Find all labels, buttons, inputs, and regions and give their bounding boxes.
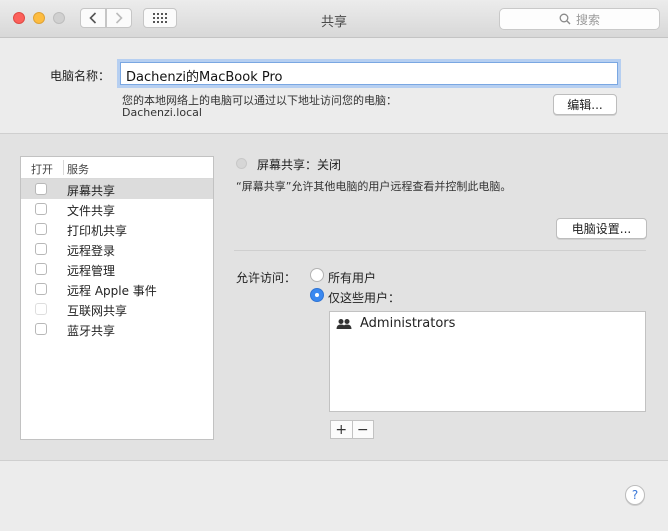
service-item-printer-sharing[interactable]: 打印机共享 (21, 219, 213, 239)
service-label: 远程管理 (67, 264, 116, 278)
service-label: 蓝牙共享 (67, 324, 116, 338)
user-add-remove-control: + − (330, 420, 374, 439)
service-label: 屏幕共享 (67, 184, 116, 198)
service-checkbox[interactable] (35, 323, 47, 335)
service-checkbox[interactable] (35, 243, 47, 255)
header-service: 服务 (67, 163, 89, 176)
radio-only-these-users[interactable] (310, 288, 324, 302)
service-list-header: 打开 服务 (21, 157, 213, 179)
computer-name-input[interactable]: Dachenzi的MacBook Pro (120, 62, 618, 85)
computer-settings-button[interactable]: 电脑设置... (556, 218, 647, 239)
service-label: 远程 Apple 事件 (67, 284, 157, 298)
service-item-remote-apple-events[interactable]: 远程 Apple 事件 (21, 279, 213, 299)
radio-all-users-label[interactable]: 所有用户 (328, 269, 376, 286)
service-checkbox[interactable] (35, 203, 47, 215)
service-checkbox[interactable] (35, 223, 47, 235)
service-item-remote-login[interactable]: 远程登录 (21, 239, 213, 259)
section-divider (234, 250, 646, 251)
service-status: 屏幕共享：关闭 (257, 158, 342, 172)
service-checkbox[interactable] (35, 283, 47, 295)
header-open: 打开 (31, 163, 53, 176)
sharing-window: 共享 搜索 电脑名称： Dachenzi的MacBook Pro 您的本地网络上… (0, 0, 668, 531)
service-label: 文件共享 (67, 204, 116, 218)
service-item-bluetooth-sharing[interactable]: 蓝牙共享 (21, 319, 213, 339)
service-checkbox[interactable] (35, 183, 47, 195)
status-indicator-icon (236, 158, 247, 169)
list-item[interactable]: Administrators (336, 316, 455, 331)
group-icon (336, 318, 352, 329)
service-item-file-sharing[interactable]: 文件共享 (21, 199, 213, 219)
service-checkbox[interactable] (35, 303, 47, 315)
allow-access-label: 允许访问： (236, 271, 297, 285)
search-icon (559, 13, 571, 25)
help-button[interactable]: ? (625, 485, 645, 505)
network-address: Dachenzi.local (122, 106, 202, 119)
service-label: 互联网共享 (67, 304, 128, 318)
radio-all-users[interactable] (310, 268, 324, 282)
radio-only-these-users-label[interactable]: 仅这些用户： (328, 289, 400, 306)
title-bar: 共享 搜索 (0, 0, 668, 38)
service-list: 打开 服务 屏幕共享 文件共享 打印机共享 远程登录 远程管理 远程 Apple… (20, 156, 214, 440)
search-field[interactable]: 搜索 (499, 8, 660, 30)
service-item-screen-sharing[interactable]: 屏幕共享 (21, 179, 213, 199)
remove-user-button[interactable]: − (353, 421, 374, 438)
edit-button[interactable]: 编辑... (553, 94, 617, 115)
service-label: 远程登录 (67, 244, 116, 258)
service-description: “屏幕共享”允许其他电脑的用户远程查看并控制此电脑。 (236, 180, 512, 193)
search-placeholder: 搜索 (575, 12, 600, 27)
add-user-button[interactable]: + (331, 421, 353, 438)
user-label: Administrators (360, 316, 456, 331)
header-divider (63, 160, 64, 175)
computer-name-label: 电脑名称： (50, 69, 111, 83)
service-item-remote-management[interactable]: 远程管理 (21, 259, 213, 279)
service-item-internet-sharing[interactable]: 互联网共享 (21, 299, 213, 319)
allowed-users-list[interactable]: Administrators (329, 311, 646, 412)
service-label: 打印机共享 (67, 224, 128, 238)
service-checkbox[interactable] (35, 263, 47, 275)
